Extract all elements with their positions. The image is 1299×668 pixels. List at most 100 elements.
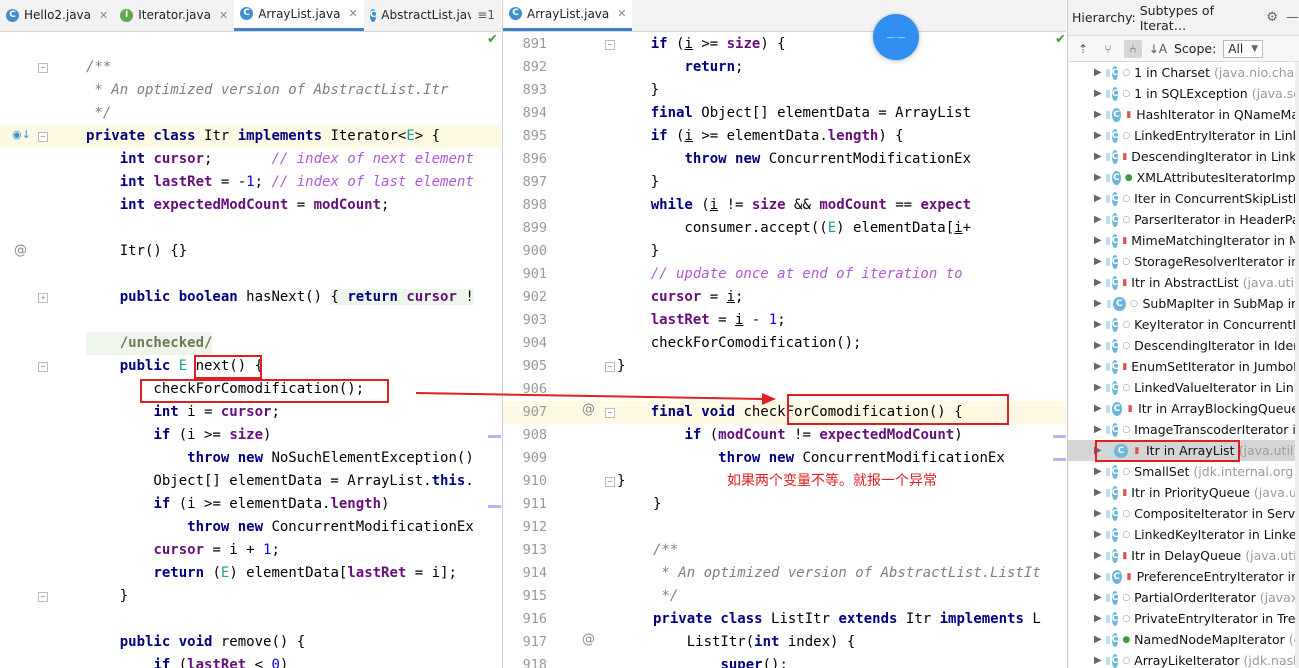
hierarchy-item[interactable]: ▶ C ▮ MimeMatchingIterator in M [1068, 230, 1299, 251]
expand-arrow-icon[interactable]: ▶ [1094, 361, 1102, 372]
expand-arrow-icon[interactable]: ▶ [1094, 277, 1102, 288]
tab-arraylist[interactable]: C ArrayList.java ✕ [234, 0, 364, 31]
override-gutter-icon[interactable]: @ [582, 402, 595, 417]
close-tab-icon[interactable]: ✕ [219, 9, 228, 22]
fold-icon[interactable]: − [38, 63, 48, 73]
code-text: return (E) elementData[lastRet = i]; [153, 565, 457, 581]
hierarchy-item[interactable]: ▶ C○1 in SQLException(java.sql [1068, 83, 1299, 104]
code-text: } [86, 588, 129, 604]
fold-icon[interactable]: − [38, 362, 48, 372]
gear-icon[interactable]: ⚙ [1266, 10, 1278, 25]
hierarchy-item[interactable]: ▶ C ○ Iter in ConcurrentSkipListM [1068, 188, 1299, 209]
line-number: 905 [522, 358, 547, 374]
hierarchy-item[interactable]: ▶ C ○ DescendingIterator in Iden [1068, 335, 1299, 356]
close-tab-icon[interactable]: ✕ [348, 7, 357, 20]
expand-arrow-icon[interactable]: ▶ [1094, 592, 1102, 603]
hierarchy-item[interactable]: ▶ C○1 in Charset(java.nio.charse [1068, 62, 1299, 83]
hierarchy-item[interactable]: ▶ C ▮ DescendingIterator in Linke [1068, 146, 1299, 167]
close-tab-icon[interactable]: ✕ [99, 9, 108, 22]
expand-arrow-icon[interactable]: ▶ [1094, 109, 1102, 120]
subtypes-icon[interactable]: ⑃ [1124, 39, 1142, 58]
expand-arrow-icon[interactable]: ▶ [1094, 193, 1102, 204]
tab-overflow-menu[interactable]: ≡1 [471, 0, 501, 31]
hierarchy-item[interactable]: ▶ C ▮ EnumSetIterator in JumboE [1068, 356, 1299, 377]
hierarchy-item-label: ArrayLikeIterator [1134, 653, 1240, 668]
fold-icon[interactable]: − [38, 592, 48, 602]
expand-arrow-icon[interactable]: ▶ [1094, 655, 1102, 666]
implements-gutter-icon[interactable]: ◉↓ [12, 128, 31, 141]
expand-arrow-icon[interactable]: ▶ [1094, 235, 1102, 246]
fold-icon[interactable]: − [605, 477, 615, 487]
expand-arrow-icon[interactable]: ▶ [1094, 382, 1102, 393]
line-number: 901 [522, 266, 547, 282]
line-number: 914 [522, 565, 547, 581]
hierarchy-item-label: PartialOrderIterator [1134, 590, 1256, 605]
expand-arrow-icon[interactable]: ▶ [1094, 151, 1102, 162]
fold-icon[interactable]: − [605, 362, 615, 372]
expand-arrow-icon[interactable]: ▶ [1094, 466, 1102, 477]
hierarchy-item[interactable]: ▶ C ○ StorageResolverIterator in [1068, 251, 1299, 272]
tab-iterator[interactable]: I Iterator.java ✕ [114, 0, 234, 31]
hierarchy-item[interactable]: ▶C●NamedNodeMapIterator(com. [1068, 629, 1299, 650]
sort-alpha-icon[interactable]: ↓A [1149, 40, 1167, 58]
hierarchy-item[interactable]: ▶ C ▮ Itr in DelayQueue (java.util. [1068, 545, 1299, 566]
class-hierarchy-icon[interactable]: ⑂ [1099, 40, 1117, 58]
lock-icon: ▮ [1122, 235, 1128, 246]
fold-icon[interactable]: − [38, 132, 48, 142]
fold-icon[interactable]: − [605, 40, 615, 50]
expand-arrow-icon[interactable]: ▶ [1094, 634, 1102, 645]
expand-arrow-icon[interactable]: ▶ [1094, 613, 1102, 624]
expand-arrow-icon[interactable]: ▶ [1094, 529, 1102, 540]
fold-icon[interactable]: + [38, 293, 48, 303]
supertypes-icon[interactable]: ⇡ [1074, 40, 1092, 58]
expand-arrow-icon[interactable]: ▶ [1094, 256, 1102, 267]
expand-arrow-icon[interactable]: ▶ [1094, 550, 1102, 561]
expand-arrow-icon[interactable]: ▶ [1094, 508, 1102, 519]
hierarchy-item[interactable]: ▶ C ○ LinkedEntryIterator in Link [1068, 125, 1299, 146]
expand-arrow-icon[interactable]: ▶ [1094, 424, 1102, 435]
override-gutter-icon[interactable]: @ [14, 243, 27, 258]
expand-arrow-icon[interactable]: ▶ [1094, 319, 1102, 330]
close-tab-icon[interactable]: ✕ [617, 7, 626, 20]
hierarchy-item[interactable]: ▶ C ▮ Itr in AbstractList (java.util) [1068, 272, 1299, 293]
expand-arrow-icon[interactable]: ▶ [1094, 214, 1102, 225]
override-gutter-icon[interactable]: @ [582, 632, 595, 647]
hierarchy-item[interactable]: ▶ C ▮ Itr in PriorityQueue (java.ut [1068, 482, 1299, 503]
hierarchy-item[interactable]: ▶ C ● XMLAttributesIteratorImpl [1068, 167, 1299, 188]
hierarchy-item[interactable]: ▶ C ○ SubMapIter in SubMap in [1068, 293, 1299, 314]
hierarchy-item[interactable]: ▶ C ▮ HashIterator in QNameMa [1068, 104, 1299, 125]
hierarchy-item[interactable]: ▶ C ○ PartialOrderIterator (javax. [1068, 587, 1299, 608]
line-number: 903 [522, 312, 547, 328]
hierarchy-item[interactable]: ▶ C ○ ArrayLikeIterator (jdk.nash [1068, 650, 1299, 668]
hierarchy-item[interactable]: ▶ C ○ CompositeIterator in Servic [1068, 503, 1299, 524]
code-text: super(); [720, 657, 788, 668]
expand-arrow-icon[interactable]: ▶ [1094, 298, 1103, 309]
expand-arrow-icon[interactable]: ▶ [1094, 130, 1102, 141]
hierarchy-item[interactable]: ▶ C ▮ PreferenceEntryIterator in [1068, 566, 1299, 587]
hierarchy-item[interactable]: ▶ C ○ KeyIterator in ConcurrentH [1068, 314, 1299, 335]
hierarchy-item[interactable]: ▶ C ▮ Itr in ArrayBlockingQueue [1068, 398, 1299, 419]
expand-arrow-icon[interactable]: ▶ [1094, 67, 1102, 78]
expand-arrow-icon[interactable]: ▶ [1094, 172, 1102, 183]
hierarchy-item[interactable]: ▶ C ○ SmallSet (jdk.internal.org.o [1068, 461, 1299, 482]
expand-arrow-icon[interactable]: ▶ [1094, 403, 1102, 414]
hierarchy-item[interactable]: ▶ C ○ LinkedValueIterator in Link [1068, 377, 1299, 398]
next-method-highlight-box [194, 355, 262, 379]
expand-arrow-icon[interactable]: ▶ [1094, 571, 1102, 582]
hierarchy-item[interactable]: ▶ C ○ ParserIterator in HeaderPa [1068, 209, 1299, 230]
hierarchy-item[interactable]: ▶ C ○ PrivateEntryIterator in Tree [1068, 608, 1299, 629]
hide-icon[interactable]: — [1286, 10, 1299, 25]
code-text: } [653, 496, 662, 512]
tab-abstractlist[interactable]: CAbstractList.java [364, 0, 471, 31]
class-icon: C [1105, 107, 1122, 122]
tab-hello2[interactable]: C Hello2.java ✕ [0, 0, 114, 31]
hierarchy-item[interactable]: ▶ C ○ ImageTranscoderIterator in [1068, 419, 1299, 440]
expand-arrow-icon[interactable]: ▶ [1094, 340, 1102, 351]
fold-icon[interactable]: − [605, 408, 615, 418]
expand-arrow-icon[interactable]: ▶ [1094, 487, 1102, 498]
hierarchy-item[interactable]: ▶ C ○ LinkedKeyIterator in Linked [1068, 524, 1299, 545]
scope-select[interactable]: All ▼ [1223, 39, 1264, 58]
expand-arrow-icon[interactable]: ▶ [1094, 88, 1102, 99]
scrollbar[interactable] [1295, 62, 1299, 668]
tab-arraylist-split[interactable]: C ArrayList.java ✕ [503, 0, 633, 31]
